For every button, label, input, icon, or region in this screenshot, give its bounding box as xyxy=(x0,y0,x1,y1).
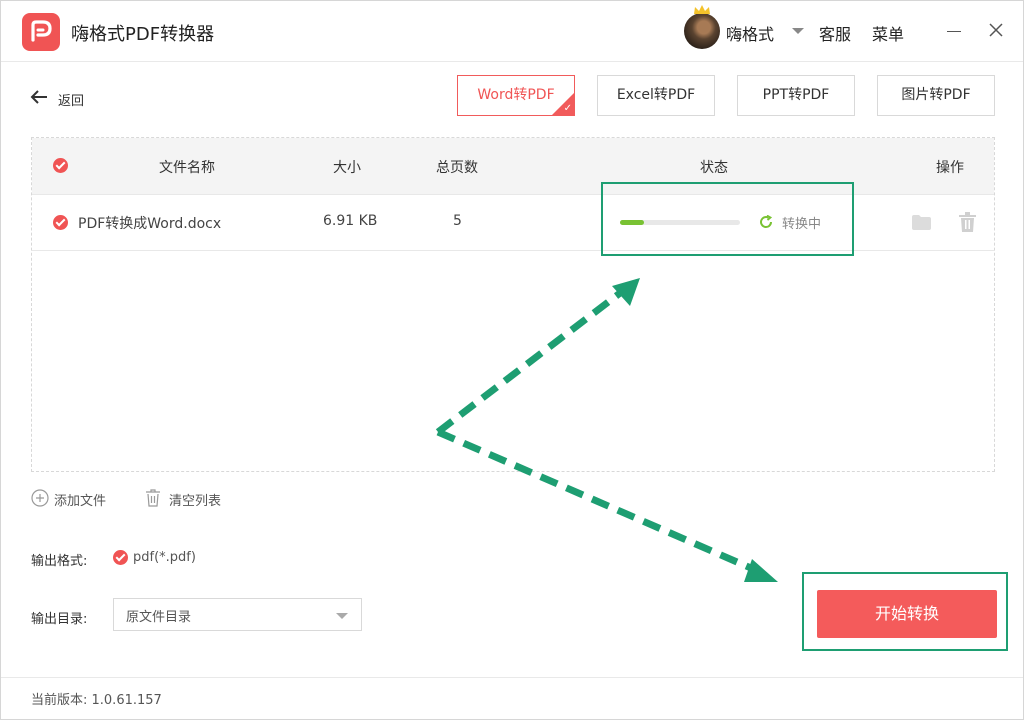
add-file-label: 添加文件 xyxy=(54,494,107,509)
status-highlight-box xyxy=(601,182,854,256)
checkmark-icon: ✓ xyxy=(563,103,572,114)
menu-button[interactable]: 菜单 xyxy=(872,21,904,45)
file-size: 6.91 KB xyxy=(323,213,378,229)
tab-ppt-to-pdf[interactable]: PPT转PDF xyxy=(737,75,855,116)
format-check-icon[interactable] xyxy=(113,550,128,565)
page-count: 5 xyxy=(453,213,462,229)
trash-outline-icon xyxy=(146,489,160,507)
folder-icon[interactable] xyxy=(912,215,931,230)
output-format-value: pdf(*.pdf) xyxy=(133,550,196,565)
header-actions: 操作 xyxy=(936,160,964,176)
tab-label: Excel转PDF xyxy=(616,87,696,103)
header-status: 状态 xyxy=(700,160,728,176)
row-checkbox[interactable] xyxy=(53,215,68,230)
header-size: 大小 xyxy=(333,160,361,176)
file-name: PDF转换成Word.docx xyxy=(78,216,222,232)
title-bar: 嗨格式PDF转换器 嗨格式 客服 菜单 xyxy=(1,1,1023,62)
tab-word-to-pdf[interactable]: Word转PDF ✓ xyxy=(457,75,575,116)
tab-excel-to-pdf[interactable]: Excel转PDF xyxy=(597,75,715,116)
version-text: 当前版本: 1.0.61.157 xyxy=(31,693,162,708)
service-button[interactable]: 客服 xyxy=(819,21,851,45)
select-all-checkbox[interactable] xyxy=(53,158,68,173)
tab-image-to-pdf[interactable]: 图片转PDF xyxy=(877,75,995,116)
caret-down-icon xyxy=(336,613,348,619)
caret-down-icon[interactable] xyxy=(792,28,804,34)
tab-label: Word转PDF xyxy=(477,87,555,103)
plus-circle-icon xyxy=(31,489,49,507)
tab-label: 图片转PDF xyxy=(901,87,971,103)
minimize-icon[interactable] xyxy=(947,31,961,32)
arrow-left-icon xyxy=(30,90,47,104)
username[interactable]: 嗨格式 xyxy=(726,21,774,45)
back-button[interactable]: 返回 xyxy=(29,87,99,111)
avatar[interactable] xyxy=(684,5,720,49)
close-icon[interactable] xyxy=(986,20,1006,40)
output-dir-value: 原文件目录 xyxy=(126,610,192,625)
tab-label: PPT转PDF xyxy=(762,87,830,103)
app-title: 嗨格式PDF转换器 xyxy=(71,24,215,45)
clear-list-label: 清空列表 xyxy=(169,494,222,509)
crown-icon xyxy=(694,5,710,14)
footer: 当前版本: 1.0.61.157 xyxy=(1,677,1023,720)
output-dir-label: 输出目录: xyxy=(31,612,88,627)
header-file-name: 文件名称 xyxy=(159,160,215,176)
start-button-highlight-box xyxy=(802,572,1008,651)
trash-icon[interactable] xyxy=(959,212,976,232)
output-dir-select[interactable]: 原文件目录 xyxy=(113,598,362,631)
header-pages: 总页数 xyxy=(436,160,478,176)
back-label: 返回 xyxy=(58,94,85,109)
output-format-label: 输出格式: xyxy=(31,554,88,569)
app-logo-icon xyxy=(22,13,60,51)
